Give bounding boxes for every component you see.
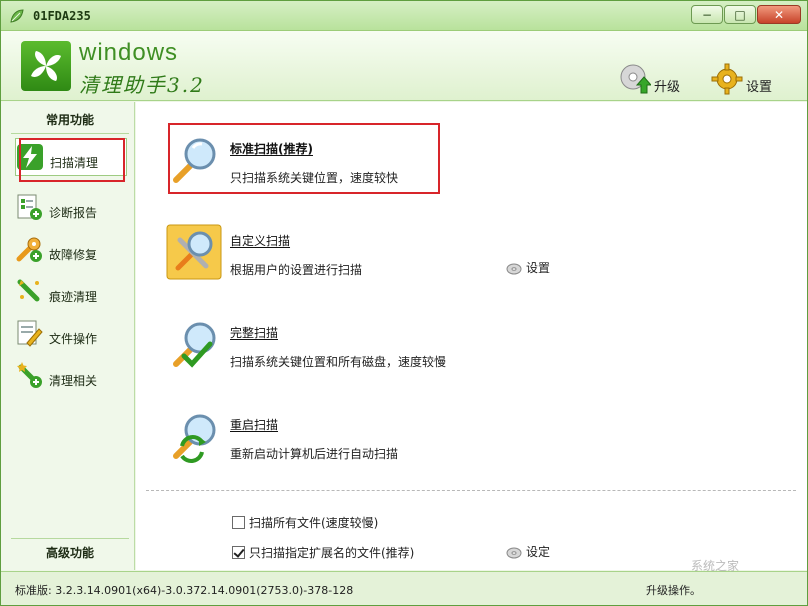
scan-desc: 根据用户的设置进行扫描	[230, 263, 363, 277]
scan-all-files-option[interactable]: 扫描所有文件(速度较慢)	[232, 514, 378, 531]
ext-settings-link[interactable]: 设定	[506, 543, 550, 560]
highlight-box-standard-scan	[168, 123, 440, 194]
broom-icon	[17, 279, 40, 302]
reboot-scan-option[interactable]: 重启扫描 重新启动计算机后进行自动扫描	[166, 408, 398, 464]
wrench-icon	[16, 237, 42, 262]
sidebar-item-label: 故障修复	[49, 247, 98, 262]
custom-scan-settings-link[interactable]: 设置	[506, 259, 550, 276]
disc-settings-icon	[506, 547, 522, 558]
scan-all-label: 扫描所有文件(速度较慢)	[249, 516, 379, 530]
star-wand-icon	[17, 362, 42, 388]
scan-desc: 扫描系统关键位置和所有磁盘，速度较慢	[230, 355, 447, 369]
app-window: 01FDA235 − □ ✕ windows 清理助手3.2 升级 设置 常用功…	[0, 0, 808, 606]
sidebar-item-label: 诊断报告	[49, 205, 98, 220]
minimize-button[interactable]: −	[691, 5, 723, 24]
settings-button[interactable]: 设置	[711, 63, 772, 95]
close-button[interactable]: ✕	[757, 5, 801, 24]
scan-ext-checkbox[interactable]	[232, 546, 245, 559]
file-edit-icon	[17, 320, 43, 347]
scan-title[interactable]: 自定义扫描	[230, 232, 362, 249]
set-label: 设定	[526, 545, 551, 559]
version-text: 标准版: 3.2.3.14.0901(x64)-3.0.372.14.0901(…	[15, 584, 354, 597]
watermark: 系统之家	[691, 559, 740, 573]
logo-icon	[21, 41, 71, 91]
scan-title[interactable]: 完整扫描	[230, 324, 446, 341]
upgrade-button[interactable]: 升级	[619, 63, 680, 95]
magnifier-tools-icon	[166, 224, 222, 280]
sidebar-item-repair[interactable]: 故障修复	[15, 230, 127, 268]
logo-text-cn: 清理助手3.2	[79, 73, 205, 97]
full-scan-option[interactable]: 完整扫描 扫描系统关键位置和所有磁盘，速度较慢	[166, 316, 446, 372]
scan-ext-label: 只扫描指定扩展名的文件(推荐)	[249, 546, 415, 560]
sidebar-item-label: 文件操作	[49, 331, 98, 346]
magnifier-refresh-icon	[173, 414, 216, 463]
title-bar[interactable]: 01FDA235 − □ ✕	[1, 1, 807, 31]
scan-ext-files-option[interactable]: 只扫描指定扩展名的文件(推荐)	[232, 544, 414, 561]
status-right-text: 升级操作。	[646, 584, 701, 597]
gear-icon	[711, 63, 743, 95]
section-common: 常用功能	[11, 106, 129, 134]
scan-desc: 重新启动计算机后进行自动扫描	[230, 447, 399, 461]
magnifier-check-icon	[173, 322, 216, 368]
divider	[146, 490, 796, 491]
upgrade-disc-icon	[620, 64, 651, 94]
app-header: windows 清理助手3.2 升级 设置	[1, 31, 807, 101]
custom-scan-option[interactable]: 自定义扫描 根据用户的设置进行扫描	[166, 224, 362, 280]
leaf-icon	[10, 9, 24, 23]
window-controls: − □ ✕	[690, 5, 801, 24]
sidebar-item-trace-clean[interactable]: 痕迹清理	[15, 272, 127, 310]
scan-title[interactable]: 重启扫描	[230, 416, 398, 433]
highlight-box-sidebar	[19, 138, 125, 182]
settings-label: 设置	[526, 261, 551, 275]
disc-settings-icon	[506, 263, 522, 274]
maximize-button[interactable]: □	[724, 5, 756, 24]
sidebar-item-label: 痕迹清理	[49, 289, 98, 304]
status-bar: 标准版: 3.2.3.14.0901(x64)-3.0.372.14.0901(…	[1, 571, 807, 605]
sidebar-item-report[interactable]: 诊断报告	[15, 188, 127, 226]
report-icon	[17, 194, 42, 220]
settings-label: 设置	[746, 79, 773, 95]
logo-text-en: windows	[79, 39, 179, 66]
window-title: 01FDA235	[33, 9, 91, 23]
scan-all-checkbox[interactable]	[232, 516, 245, 529]
sidebar-item-clean-related[interactable]: 清理相关	[15, 356, 127, 394]
sidebar-item-label: 清理相关	[49, 373, 98, 388]
sidebar-item-file-ops[interactable]: 文件操作	[15, 314, 127, 352]
section-advanced[interactable]: 高级功能	[11, 538, 129, 566]
upgrade-label: 升级	[654, 79, 681, 95]
